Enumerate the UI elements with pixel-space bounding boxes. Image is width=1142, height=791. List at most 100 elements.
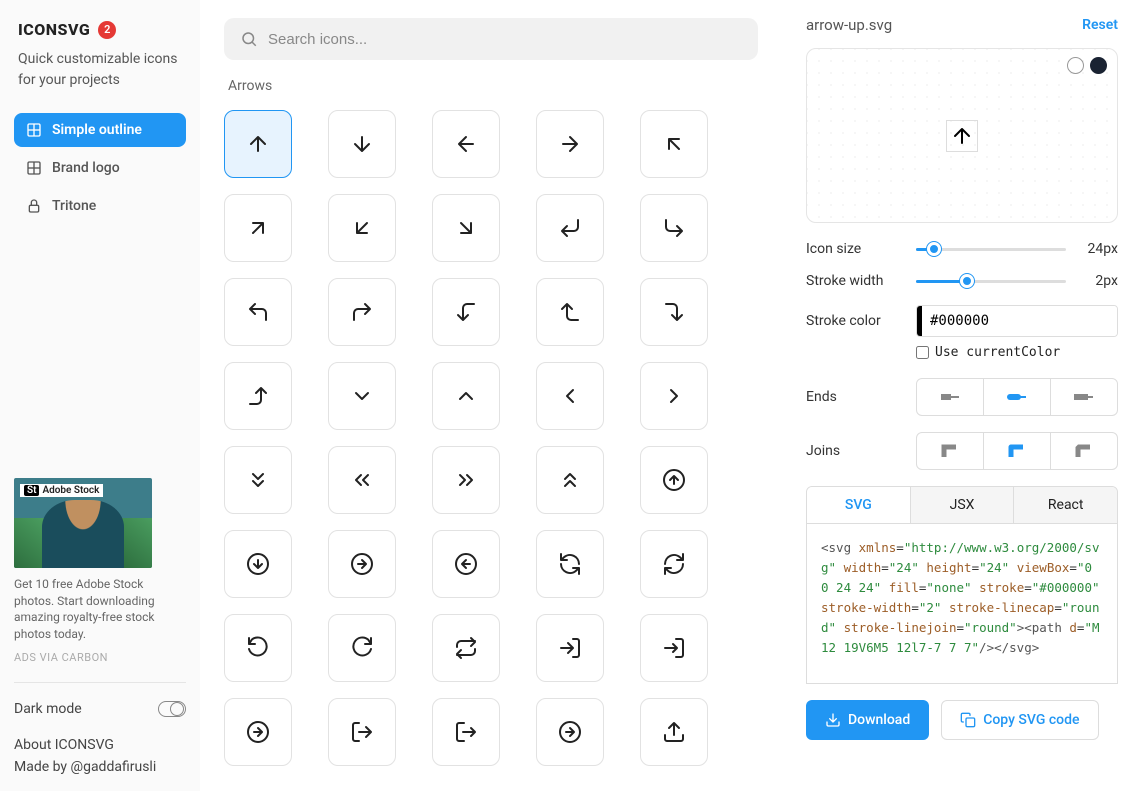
ends-square-button[interactable] xyxy=(1050,379,1117,415)
nav-brand-logo[interactable]: Brand logo xyxy=(14,151,186,185)
icon-tile-arrow-left[interactable] xyxy=(432,110,500,178)
download-button[interactable]: Download xyxy=(806,700,929,740)
preview-icon xyxy=(946,120,978,152)
divider xyxy=(14,682,186,683)
icon-tile-upload[interactable] xyxy=(640,698,708,766)
icon-tile-external[interactable] xyxy=(536,698,604,766)
icon-tile-arrow-down-right[interactable] xyxy=(432,194,500,262)
joins-bevel-button[interactable] xyxy=(1050,433,1117,469)
preview-canvas xyxy=(806,48,1118,223)
copy-button[interactable]: Copy SVG code xyxy=(941,700,1098,740)
ends-butt-button[interactable] xyxy=(917,379,983,415)
code-tabs: SVG JSX React xyxy=(806,486,1118,524)
reset-button[interactable]: Reset xyxy=(1082,17,1118,33)
download-icon xyxy=(825,712,841,728)
icon-tile-chevrons-left[interactable] xyxy=(328,446,396,514)
icon-tile-enter[interactable] xyxy=(224,698,292,766)
icon-tile-arrow-up-circle[interactable] xyxy=(640,446,708,514)
code-output[interactable]: <svg xmlns="http://www.w3.org/2000/svg" … xyxy=(806,524,1118,684)
icon-tile-arrow-down-left[interactable] xyxy=(328,194,396,262)
stroke-slider[interactable] xyxy=(916,280,1066,283)
joins-miter-button[interactable] xyxy=(917,433,983,469)
ends-row: Ends xyxy=(806,378,1118,416)
icon-tile-chevrons-down[interactable] xyxy=(224,446,292,514)
icon-tile-log-out-alt[interactable] xyxy=(432,698,500,766)
madeby-link[interactable]: Made by @gaddafirusli xyxy=(14,759,186,775)
color-label: Stroke color xyxy=(806,313,916,329)
main: Arrows xyxy=(200,0,782,791)
icon-tile-chevron-left[interactable] xyxy=(536,362,604,430)
nav: Simple outline Brand logo Tritone xyxy=(14,113,186,223)
icon-tile-refresh-cw[interactable] xyxy=(640,530,708,598)
icon-tile-corner-up-left[interactable] xyxy=(224,278,292,346)
tab-svg[interactable]: SVG xyxy=(807,487,910,523)
icon-tile-corner-down-right[interactable] xyxy=(640,194,708,262)
icon-tile-log-out[interactable] xyxy=(328,698,396,766)
size-value: 24px xyxy=(1078,241,1118,257)
icon-tile-chevron-down[interactable] xyxy=(328,362,396,430)
ends-label: Ends xyxy=(806,389,916,405)
icon-tile-arrow-up-left[interactable] xyxy=(640,110,708,178)
use-currentcolor-checkbox[interactable] xyxy=(916,346,929,359)
icon-tile-arrow-right-circle[interactable] xyxy=(328,530,396,598)
icon-tile-chevron-up[interactable] xyxy=(432,362,500,430)
about-link[interactable]: About ICONSVG xyxy=(14,737,186,753)
icon-tile-arrow-left-circle[interactable] xyxy=(432,530,500,598)
logo-row: ICONSVG 2 xyxy=(18,20,186,39)
icon-tile-log-in-alt[interactable] xyxy=(640,614,708,682)
icon-tile-corner-up-right[interactable] xyxy=(328,278,396,346)
nav-label: Simple outline xyxy=(52,122,142,138)
category-title: Arrows xyxy=(228,78,758,94)
nav-label: Tritone xyxy=(52,198,96,214)
joins-row: Joins xyxy=(806,432,1118,470)
icon-tile-corner-left-up[interactable] xyxy=(536,278,604,346)
lock-icon xyxy=(26,198,42,214)
joins-label: Joins xyxy=(806,443,916,459)
ad-via: ADS VIA CARBON xyxy=(14,651,186,664)
dark-mode-label: Dark mode xyxy=(14,701,82,717)
icon-tile-corner-down-left[interactable] xyxy=(536,194,604,262)
color-input[interactable] xyxy=(922,306,1117,336)
copy-icon xyxy=(960,712,976,728)
logo: ICONSVG xyxy=(18,20,90,39)
icon-tile-refresh-ccw[interactable] xyxy=(536,530,604,598)
size-slider[interactable] xyxy=(916,248,1066,251)
icon-tile-arrow-right[interactable] xyxy=(536,110,604,178)
tab-react[interactable]: React xyxy=(1013,487,1117,523)
preview-dark-button[interactable] xyxy=(1090,57,1107,74)
nav-simple-outline[interactable]: Simple outline xyxy=(14,113,186,147)
tab-jsx[interactable]: JSX xyxy=(910,487,1014,523)
ad-block[interactable]: StAdobe Stock Get 10 free Adobe Stock ph… xyxy=(14,478,186,664)
icon-tile-rotate-ccw[interactable] xyxy=(224,614,292,682)
icon-tile-log-in[interactable] xyxy=(536,614,604,682)
stroke-label: Stroke width xyxy=(806,273,916,289)
search-icon xyxy=(240,30,258,48)
dark-mode-row: Dark mode xyxy=(14,701,186,717)
icon-tile-arrow-down-circle[interactable] xyxy=(224,530,292,598)
icon-tile-corner-right-up[interactable] xyxy=(224,362,292,430)
search-input[interactable] xyxy=(268,31,742,48)
stroke-width-row: Stroke width 2px xyxy=(806,273,1118,289)
icon-tile-arrow-down[interactable] xyxy=(328,110,396,178)
search-bar[interactable] xyxy=(224,18,758,60)
icon-tile-repeat[interactable] xyxy=(432,614,500,682)
use-currentcolor-row: Use currentColor xyxy=(916,345,1118,360)
icon-tile-chevrons-right[interactable] xyxy=(432,446,500,514)
ad-image: StAdobe Stock xyxy=(14,478,152,568)
size-label: Icon size xyxy=(806,241,916,257)
icon-tile-rotate-cw[interactable] xyxy=(328,614,396,682)
dark-mode-toggle[interactable] xyxy=(158,701,186,717)
stroke-color-row: Stroke color xyxy=(806,305,1118,337)
joins-round-button[interactable] xyxy=(983,433,1050,469)
icon-tile-arrow-up-right[interactable] xyxy=(224,194,292,262)
notification-badge[interactable]: 2 xyxy=(98,21,116,39)
preview-light-button[interactable] xyxy=(1067,57,1084,74)
icon-tile-chevron-right[interactable] xyxy=(640,362,708,430)
icon-tile-chevrons-up[interactable] xyxy=(536,446,604,514)
icon-tile-arrow-up[interactable] xyxy=(224,110,292,178)
grid-icon xyxy=(26,122,42,138)
icon-tile-corner-left-down[interactable] xyxy=(432,278,500,346)
icon-tile-corner-right-down[interactable] xyxy=(640,278,708,346)
nav-tritone[interactable]: Tritone xyxy=(14,189,186,223)
ends-round-button[interactable] xyxy=(983,379,1050,415)
